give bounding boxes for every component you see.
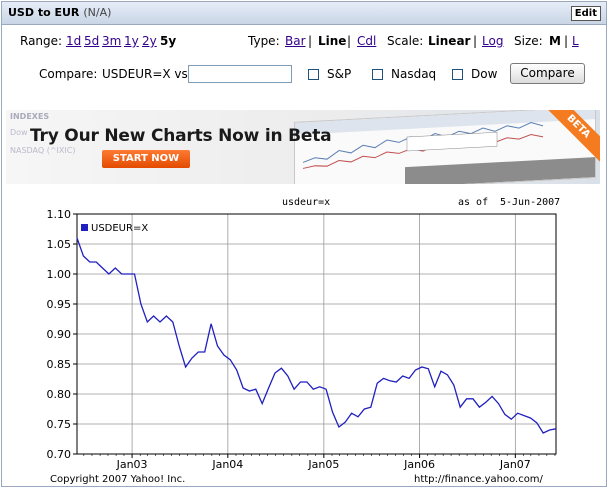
y-tick-label: 0.80 (47, 388, 72, 401)
y-axis-ticks: 0.70 0.75 0.80 0.85 0.90 0.95 1.00 1.05 1.10 (47, 208, 77, 461)
x-axis-ticks: Jan03 Jan04 Jan05 Jan06 Jan07 (83, 454, 556, 471)
dow-checkbox-label: Dow (471, 67, 498, 81)
price-chart: usdeur=x as of 5-Jun-2007 0.70 0.75 0.80 0.… (6, 192, 600, 484)
edit-button[interactable]: Edit (570, 6, 601, 21)
panel-title-bar: USD to EUR (N/A) Edit (2, 2, 606, 25)
sp-checkbox[interactable] (308, 69, 319, 80)
chart-gridlines (77, 214, 556, 454)
scale-log-link[interactable]: Log (482, 34, 503, 48)
range-1d-link[interactable]: 1d (66, 34, 81, 48)
chart-plot: 0.70 0.75 0.80 0.85 0.90 0.95 1.00 1.05 1.10 Jan… (47, 208, 557, 484)
y-tick-label: 0.70 (47, 448, 72, 461)
range-3m-link[interactable]: 3m (102, 34, 121, 48)
compare-row: Compare: USDEUR=X vs S&P Nasdaq Dow Comp… (2, 62, 606, 88)
scale-separator: | (473, 34, 478, 48)
type-line-selected: Line (318, 34, 347, 48)
range-5d-link[interactable]: 5d (84, 34, 99, 48)
type-label: Type: (248, 34, 280, 48)
type-cdl-link[interactable]: Cdl (357, 34, 376, 48)
compare-symbol: USDEUR=X vs (102, 67, 188, 81)
y-tick-label: 1.10 (47, 208, 72, 221)
x-tick-label: Jan04 (211, 458, 243, 471)
legend-label: USDEUR=X (91, 223, 148, 234)
preview-chart-graphic (295, 110, 595, 184)
range-label: Range: (20, 34, 63, 48)
nasdaq-checkbox-label: Nasdaq (391, 67, 437, 81)
beta-chart-preview-image (294, 110, 596, 184)
x-tick-label: Jan07 (499, 458, 531, 471)
chart-legend: USDEUR=X (81, 223, 148, 234)
copyright-text: Copyright 2007 Yahoo! Inc. (50, 474, 185, 484)
y-tick-label: 0.75 (47, 418, 72, 431)
panel-title: USD to EUR (N/A) (8, 6, 112, 19)
chart-options-row: Range: 1d 5d 3m 1y 2y 5y Type: Bar | Lin… (2, 34, 606, 52)
banner-headline: Try Our New Charts Now in Beta (30, 126, 332, 146)
banner-indexes-header: INDEXES (10, 112, 50, 121)
y-tick-label: 1.05 (47, 238, 72, 251)
series-line-usdeur (76, 237, 557, 434)
nasdaq-checkbox[interactable] (372, 69, 383, 80)
scale-linear-selected: Linear (428, 34, 471, 48)
type-separator: | (308, 34, 313, 48)
size-separator: | (564, 34, 569, 48)
size-m-selected: M (549, 34, 561, 48)
range-5y-selected: 5y (160, 34, 177, 48)
series-line (76, 237, 557, 434)
size-l-link[interactable]: L (572, 34, 579, 48)
start-now-button[interactable]: START NOW (102, 150, 190, 168)
y-tick-label: 0.90 (47, 328, 72, 341)
x-tick-label: Jan03 (116, 458, 148, 471)
footer-url: http://finance.yahoo.com/ (414, 474, 544, 484)
y-tick-label: 0.85 (47, 358, 72, 371)
y-tick-label: 1.00 (47, 268, 72, 281)
size-label: Size: (514, 34, 543, 48)
dow-checkbox[interactable] (452, 69, 463, 80)
compare-button[interactable]: Compare (510, 63, 585, 84)
banner-index-row: Dow (10, 128, 28, 137)
scale-label: Scale: (387, 34, 424, 48)
x-tick-label: Jan05 (307, 458, 339, 471)
compare-label: Compare: (39, 67, 98, 81)
banner-index-row: NASDAQ (^IXIC) (10, 146, 76, 155)
sp-checkbox-label: S&P (327, 67, 352, 81)
y-tick-label: 0.95 (47, 298, 72, 311)
legend-swatch (81, 224, 88, 231)
x-tick-label: Jan06 (403, 458, 435, 471)
range-1y-link[interactable]: 1y (124, 34, 139, 48)
type-bar-link[interactable]: Bar (285, 34, 306, 48)
range-2y-link[interactable]: 2y (142, 34, 157, 48)
beta-charts-banner[interactable]: INDEXES Dow NASDAQ (^IXIC) Try Our New C… (6, 110, 600, 184)
compare-symbol-input[interactable] (188, 65, 292, 83)
type-separator: | (347, 34, 352, 48)
